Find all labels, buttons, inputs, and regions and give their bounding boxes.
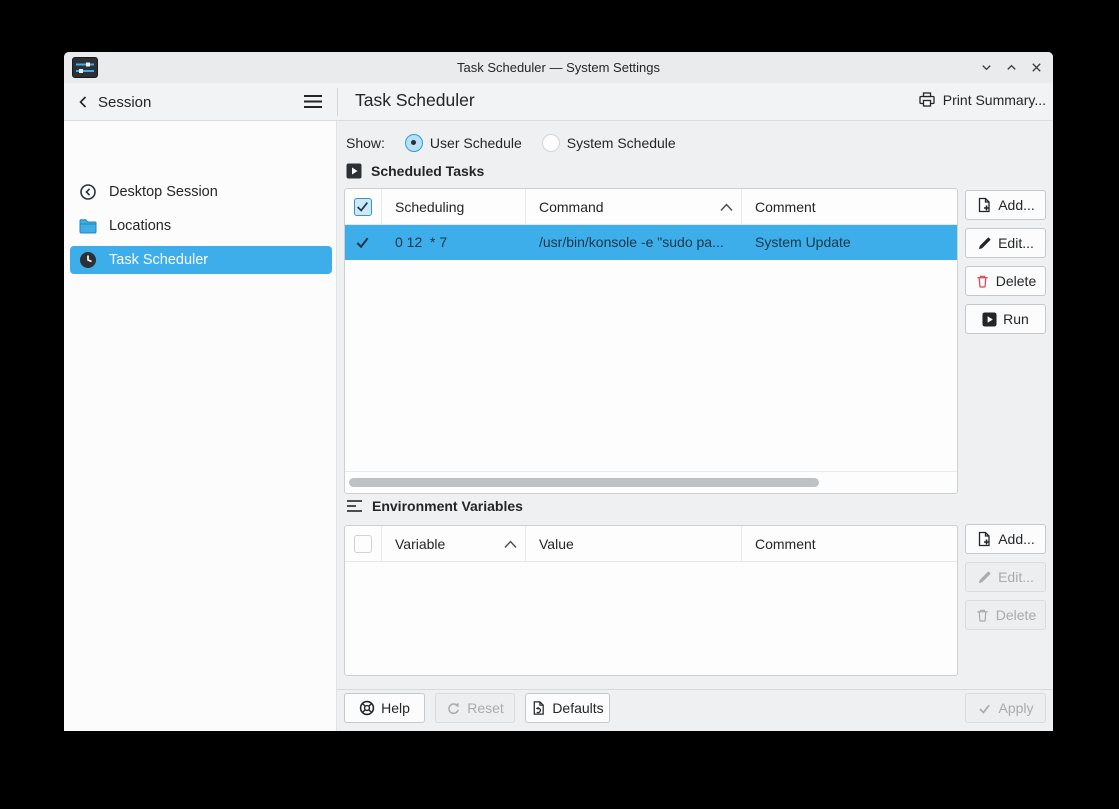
scheduled-tasks-icon [346,163,362,179]
sort-ascending-icon [503,539,518,549]
list-lines-icon [346,498,363,514]
pencil-icon [977,236,992,251]
defaults-document-icon [531,700,546,716]
task-run-button[interactable]: Run [965,304,1046,334]
select-all-checkbox[interactable] [354,198,372,216]
env-add-label: Add... [998,531,1035,547]
pencil-icon [977,570,992,585]
column-header-comment[interactable]: Comment [755,189,816,225]
minimize-icon[interactable] [978,59,995,76]
footer-separator [337,689,1053,690]
app-window: Task Scheduler — System Settings Session [64,52,1053,731]
apply-label: Apply [998,700,1033,716]
horizontal-scrollbar [345,471,957,493]
task-edit-button[interactable]: Edit... [965,228,1046,258]
env-edit-button: Edit... [965,562,1046,592]
main-panel: Show: User Schedule System Schedule Sche… [337,121,1053,731]
env-delete-label: Delete [996,607,1036,623]
undo-arrow-icon [446,701,461,716]
env-delete-button: Delete [965,600,1046,630]
session-icon [79,183,97,201]
trash-icon [975,607,990,623]
cell-command: /usr/bin/konsole -e "sudo pa... [539,225,739,260]
defaults-label: Defaults [552,700,603,716]
page-title: Task Scheduler [355,90,475,111]
sidebar-item-task-scheduler[interactable]: Task Scheduler [70,246,332,274]
task-add-button[interactable]: Add... [965,190,1046,220]
column-header-value[interactable]: Value [539,526,574,562]
row-checked-icon [355,235,370,250]
env-add-button[interactable]: Add... [965,524,1046,554]
sidebar-item-label: Desktop Session [109,184,218,200]
clock-icon [79,251,97,269]
env-select-all-checkbox[interactable] [354,535,372,553]
sidebar: Desktop Session Locations Task Scheduler [64,121,337,731]
run-play-icon [982,312,997,327]
environment-variables-title: Environment Variables [372,498,523,514]
checkmark-icon [977,701,992,716]
add-document-icon [976,197,992,213]
menu-icon[interactable] [303,93,323,110]
env-edit-label: Edit... [998,569,1034,585]
maximize-icon[interactable] [1003,59,1020,76]
environment-variables-table-header: Variable Value Comment [345,526,957,562]
task-run-label: Run [1003,311,1029,327]
cell-scheduling: 0 12 * 7 [395,225,523,260]
show-label: Show: [346,135,385,151]
window-controls [978,59,1045,76]
scheduled-tasks-table: Scheduling Command Comment 0 12 * 7 /usr… [344,188,958,494]
print-summary-label: Print Summary... [943,92,1046,108]
column-header-scheduling[interactable]: Scheduling [395,189,464,225]
column-header-comment[interactable]: Comment [755,526,816,562]
back-button[interactable]: Session [76,89,151,115]
task-delete-label: Delete [996,273,1036,289]
radio-system-schedule[interactable]: System Schedule [542,134,676,152]
scheduled-tasks-table-header: Scheduling Command Comment [345,189,957,225]
scheduled-tasks-header: Scheduled Tasks [346,163,484,179]
close-icon[interactable] [1028,59,1045,76]
help-lifebuoy-icon [359,700,375,716]
trash-icon [975,273,990,289]
printer-icon [918,91,936,108]
cell-comment: System Update [755,225,955,260]
column-header-variable[interactable]: Variable [395,526,445,562]
defaults-button[interactable]: Defaults [525,693,610,723]
sidebar-item-locations[interactable]: Locations [70,212,332,240]
help-label: Help [381,700,410,716]
scheduled-tasks-title: Scheduled Tasks [371,163,484,179]
apply-button: Apply [965,693,1046,723]
radio-selected-icon [405,134,423,152]
scrollbar-thumb[interactable] [349,478,819,487]
task-row[interactable]: 0 12 * 7 /usr/bin/konsole -e "sudo pa...… [345,225,957,260]
sidebar-item-label: Task Scheduler [109,252,208,268]
radio-system-schedule-label: System Schedule [567,135,676,151]
chevron-left-icon [76,94,90,110]
sort-ascending-icon [719,202,734,212]
print-summary-button[interactable]: Print Summary... [918,91,1046,108]
header: Session Task Scheduler Print Summary... [64,83,1053,121]
folder-icon [79,218,97,234]
environment-variables-table: Variable Value Comment [344,525,958,676]
titlebar: Task Scheduler — System Settings [64,52,1053,83]
help-button[interactable]: Help [344,693,425,723]
radio-unselected-icon [542,134,560,152]
task-delete-button[interactable]: Delete [965,266,1046,296]
reset-label: Reset [467,700,504,716]
sidebar-item-desktop-session[interactable]: Desktop Session [70,178,332,206]
add-document-icon [976,531,992,547]
environment-variables-header: Environment Variables [346,498,523,514]
task-edit-label: Edit... [998,235,1034,251]
task-add-label: Add... [998,197,1035,213]
column-header-command[interactable]: Command [539,189,604,225]
reset-button: Reset [435,693,515,723]
radio-user-schedule[interactable]: User Schedule [405,134,522,152]
window-title: Task Scheduler — System Settings [64,52,1053,83]
radio-user-schedule-label: User Schedule [430,135,522,151]
back-label: Session [98,94,151,111]
sidebar-item-label: Locations [109,218,171,234]
header-separator [337,88,338,116]
show-row: Show: User Schedule System Schedule [346,132,676,154]
